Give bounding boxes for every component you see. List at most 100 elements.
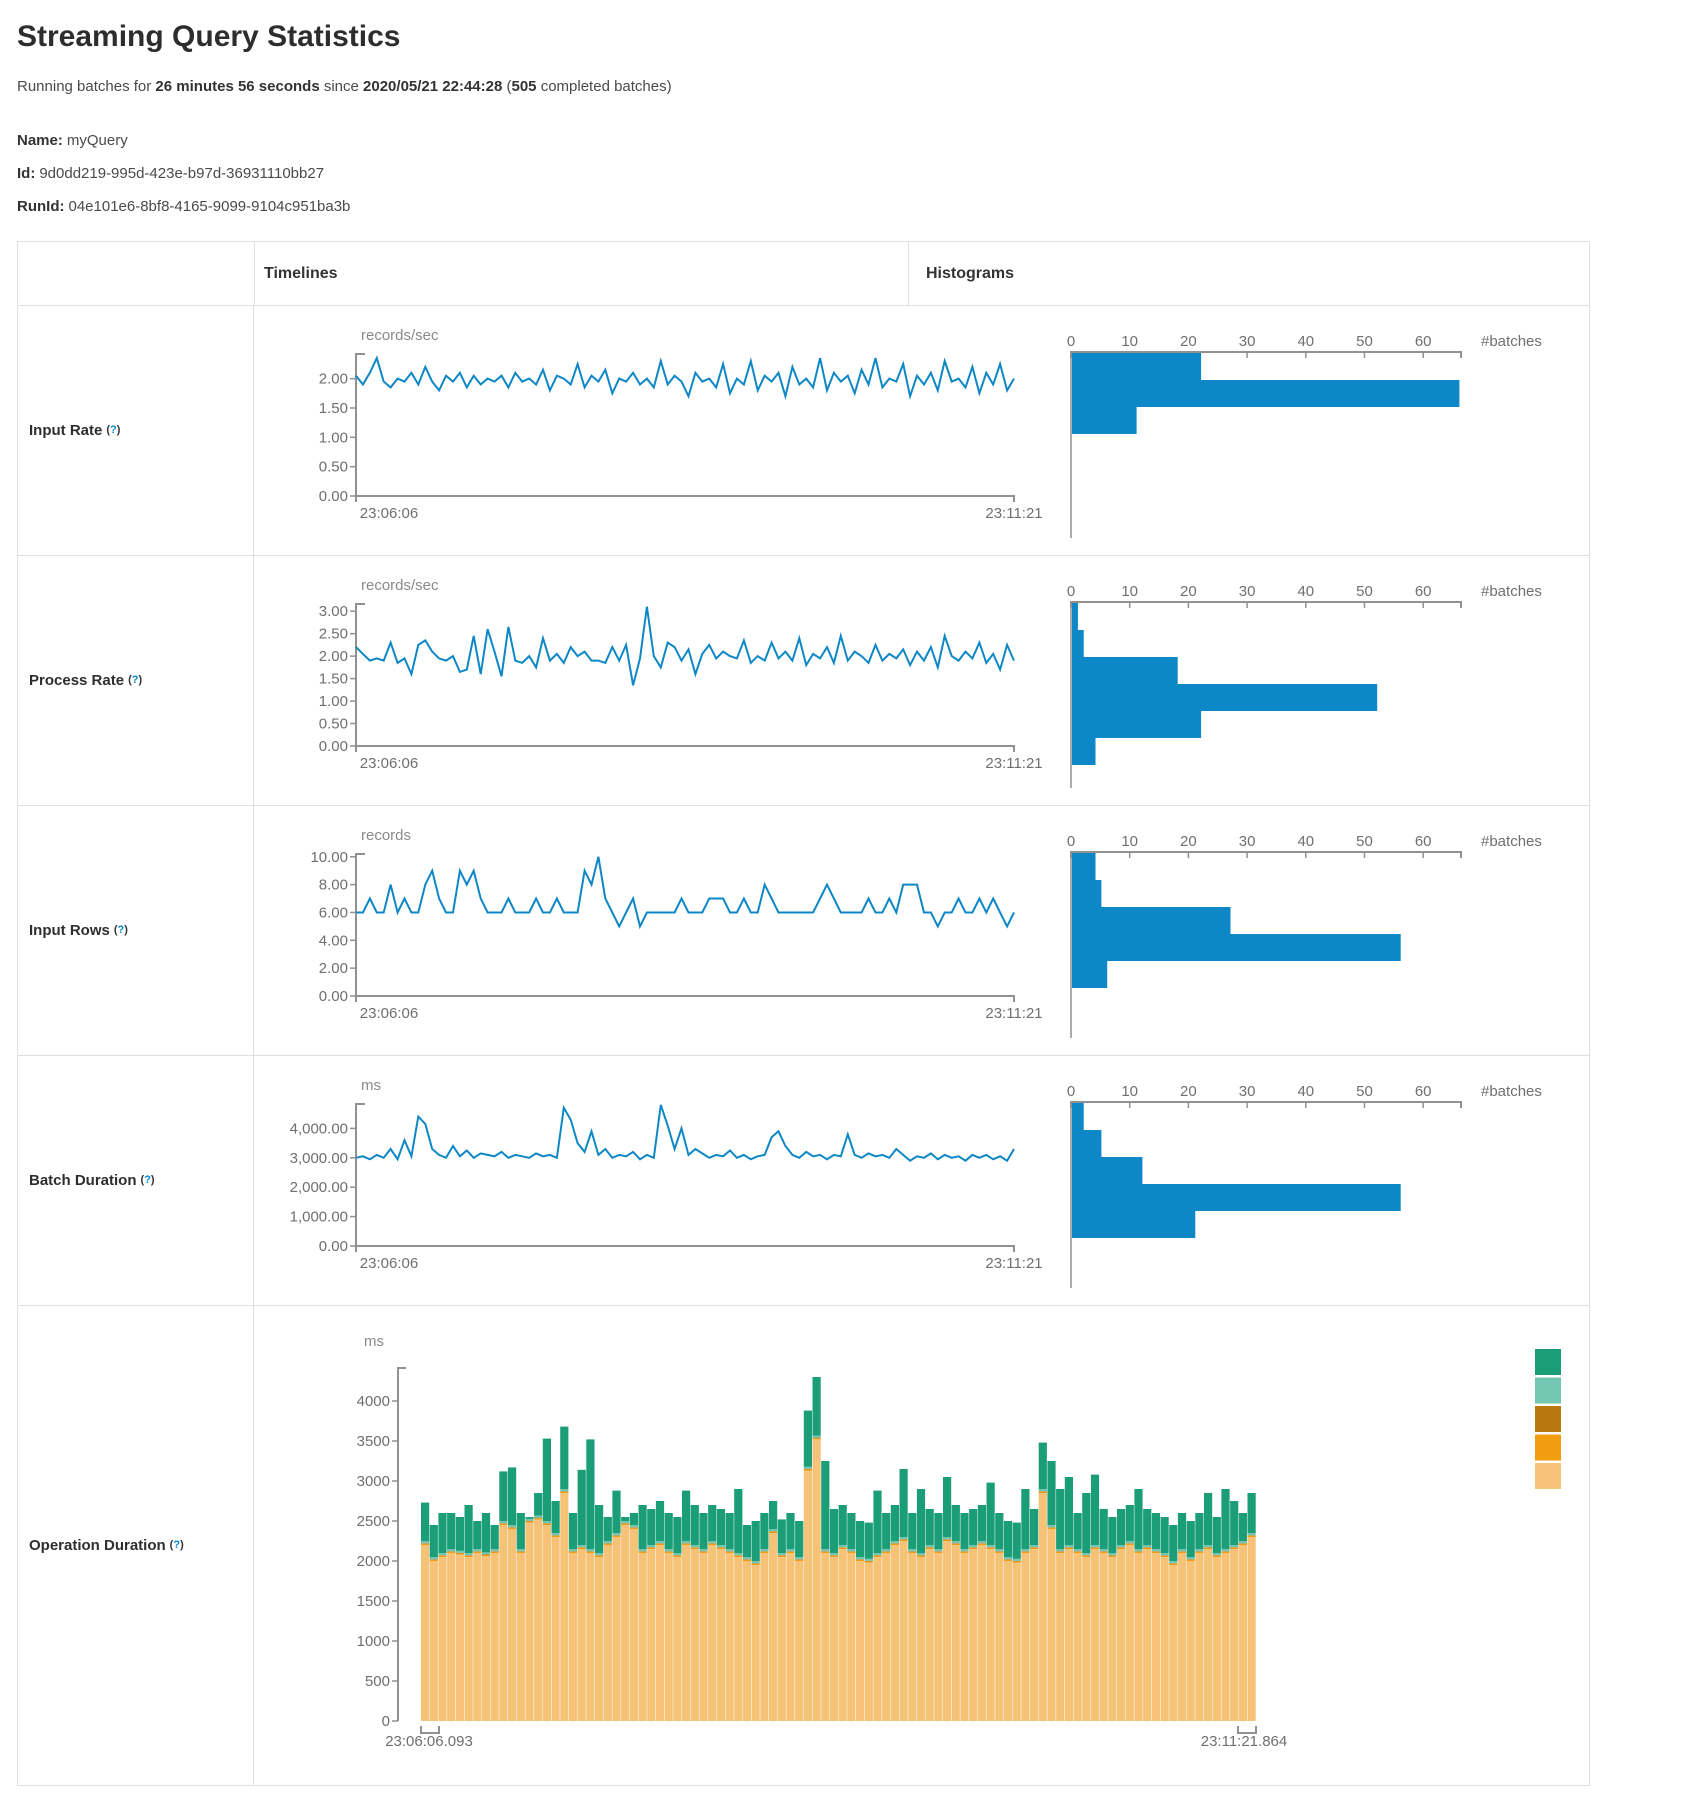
operation-duration-bar-segment	[552, 1536, 560, 1537]
operation-duration-bar-segment	[769, 1533, 777, 1721]
operation-duration-bar-segment	[1204, 1548, 1212, 1549]
operation-duration-bar-segment	[1056, 1549, 1064, 1551]
operation-duration-bar-segment	[969, 1547, 977, 1548]
table-row-operation-duration: Operation Duration(?)ms40003500300025002…	[18, 1306, 1589, 1785]
operation-duration-bar-segment	[1143, 1509, 1151, 1545]
operation-duration-bar-segment	[465, 1557, 473, 1721]
help-icon[interactable]: (?)	[170, 1539, 184, 1551]
operation-duration-bar-segment	[612, 1537, 620, 1721]
help-icon[interactable]: (?)	[114, 924, 128, 936]
batch-duration-x-end: 23:11:21	[985, 1255, 1042, 1272]
operation-duration-bar-segment	[595, 1557, 603, 1721]
process-rate-y-tick: 2.50	[319, 626, 348, 643]
help-icon[interactable]: (?)	[141, 1174, 155, 1186]
operation-duration-bar-segment	[682, 1541, 690, 1543]
input-rows-y-tick: 0.00	[319, 988, 348, 1005]
operation-duration-bar-segment	[421, 1545, 429, 1721]
operation-duration-bar-segment	[430, 1559, 438, 1560]
operation-duration-bar-segment	[1152, 1551, 1160, 1552]
query-runid-line: RunId:04e101e6-8bf8-4165-9099-9104c951ba…	[17, 197, 1693, 217]
help-icon[interactable]: (?)	[106, 424, 120, 436]
operation-duration-bar-segment	[534, 1516, 542, 1518]
process-rate-histogram-bar	[1072, 657, 1178, 684]
operation-duration-bar-segment	[456, 1555, 464, 1721]
operation-duration-bar-segment	[1056, 1553, 1064, 1721]
operation-duration-bar-segment	[917, 1553, 925, 1555]
operation-duration-bar-segment	[1056, 1551, 1064, 1552]
operation-duration-bar-segment	[891, 1541, 899, 1543]
operation-duration-bar-segment	[1169, 1563, 1177, 1564]
operation-duration-bar-segment	[743, 1525, 751, 1557]
operation-duration-bar-segment	[708, 1543, 716, 1544]
operation-duration-bar-segment	[456, 1551, 464, 1553]
operation-duration-bar-segment	[1013, 1559, 1021, 1561]
operation-duration-bar-segment	[821, 1551, 829, 1552]
process-rate-histogram-bar	[1072, 684, 1377, 711]
operation-duration-bar-segment	[430, 1557, 438, 1559]
operation-duration-bar-segment	[795, 1560, 803, 1561]
operation-duration-bar-segment	[1056, 1552, 1064, 1553]
row-label-process-rate: Process Rate(?)	[18, 556, 254, 805]
batch-duration-y-tick: 1,000.00	[290, 1209, 348, 1226]
input-rows-hist-tick: 10	[1121, 833, 1138, 850]
operation-duration-bar-segment	[908, 1549, 916, 1551]
operation-duration-bar-segment	[1065, 1547, 1073, 1548]
operation-duration-bar-segment	[1013, 1561, 1021, 1562]
operation-duration-bar-segment	[586, 1552, 594, 1553]
running-batches-summary: Running batches for 26 minutes 56 second…	[17, 76, 1693, 97]
batch-duration-y-tick: 0.00	[319, 1238, 348, 1255]
operation-duration-bar-segment	[882, 1549, 890, 1551]
operation-duration-bar-segment	[517, 1551, 525, 1552]
operation-duration-bar-segment	[1039, 1443, 1047, 1490]
operation-duration-bar-segment	[1204, 1545, 1212, 1547]
operation-duration-bar-segment	[1239, 1544, 1247, 1545]
input-rows-charts: records10.008.006.004.002.000.0023:06:06…	[254, 806, 1588, 1055]
operation-duration-bar-segment	[1100, 1509, 1108, 1549]
process-rate-hist-tick: 40	[1297, 583, 1314, 600]
operation-duration-bar-segment	[1152, 1513, 1160, 1549]
operation-duration-bar-segment	[604, 1545, 612, 1721]
batch-duration-histogram-bar	[1072, 1130, 1101, 1157]
operation-duration-bar-segment	[1239, 1541, 1247, 1543]
operation-duration-bar-segment	[586, 1551, 594, 1552]
operation-duration-bar-segment	[1108, 1556, 1116, 1557]
operation-duration-bar-segment	[1221, 1549, 1229, 1551]
operation-duration-bar-segment	[830, 1557, 838, 1721]
input-rate-histogram-bar	[1072, 407, 1137, 434]
operation-duration-x-start: 23:06:06.093	[385, 1733, 473, 1750]
operation-duration-bar-segment	[960, 1549, 968, 1551]
operation-duration-bar-segment	[569, 1553, 577, 1721]
operation-duration-bar-segment	[987, 1547, 995, 1548]
operation-duration-y-tick: 3000	[357, 1473, 390, 1490]
process-rate-hist-tick: 10	[1121, 583, 1138, 600]
operation-duration-bar-segment	[578, 1545, 586, 1547]
operation-duration-bar-segment	[900, 1540, 908, 1541]
input-rows-histogram-bar	[1072, 907, 1231, 934]
operation-duration-y-tick: 0	[382, 1713, 390, 1730]
operation-duration-bar-segment	[995, 1552, 1003, 1553]
operation-duration-bar-segment	[1143, 1547, 1151, 1548]
operation-duration-bar-segment	[778, 1519, 786, 1553]
input-rows-x-end: 23:11:21	[985, 1005, 1042, 1022]
table-row-input-rows: Input Rows(?)records10.008.006.004.002.0…	[18, 806, 1589, 1056]
operation-duration-bar-segment	[926, 1509, 934, 1545]
operation-duration-bar-segment	[656, 1501, 664, 1541]
operation-duration-bar-segment	[673, 1555, 681, 1556]
help-icon[interactable]: (?)	[128, 674, 142, 686]
operation-duration-bar-segment	[917, 1489, 925, 1553]
operation-duration-bar-segment	[786, 1552, 794, 1553]
operation-duration-bar-segment	[1187, 1521, 1195, 1557]
row-charts-operation-duration: ms4000350030002500200015001000500023:06:…	[254, 1306, 1589, 1785]
legend-swatch	[1535, 1349, 1561, 1375]
operation-duration-bar-segment	[908, 1513, 916, 1549]
process-rate-y-tick: 0.00	[319, 738, 348, 755]
operation-duration-bar-segment	[1074, 1553, 1082, 1721]
operation-duration-bar-segment	[865, 1561, 873, 1562]
operation-duration-bar-segment	[665, 1513, 673, 1549]
row-label-operation-duration: Operation Duration(?)	[18, 1306, 254, 1785]
operation-duration-bar-segment	[891, 1545, 899, 1721]
operation-duration-bar-segment	[465, 1556, 473, 1557]
input-rate-histogram-bar	[1072, 353, 1201, 380]
operation-duration-bar-segment	[612, 1536, 620, 1537]
operation-duration-bar-segment	[1221, 1551, 1229, 1552]
